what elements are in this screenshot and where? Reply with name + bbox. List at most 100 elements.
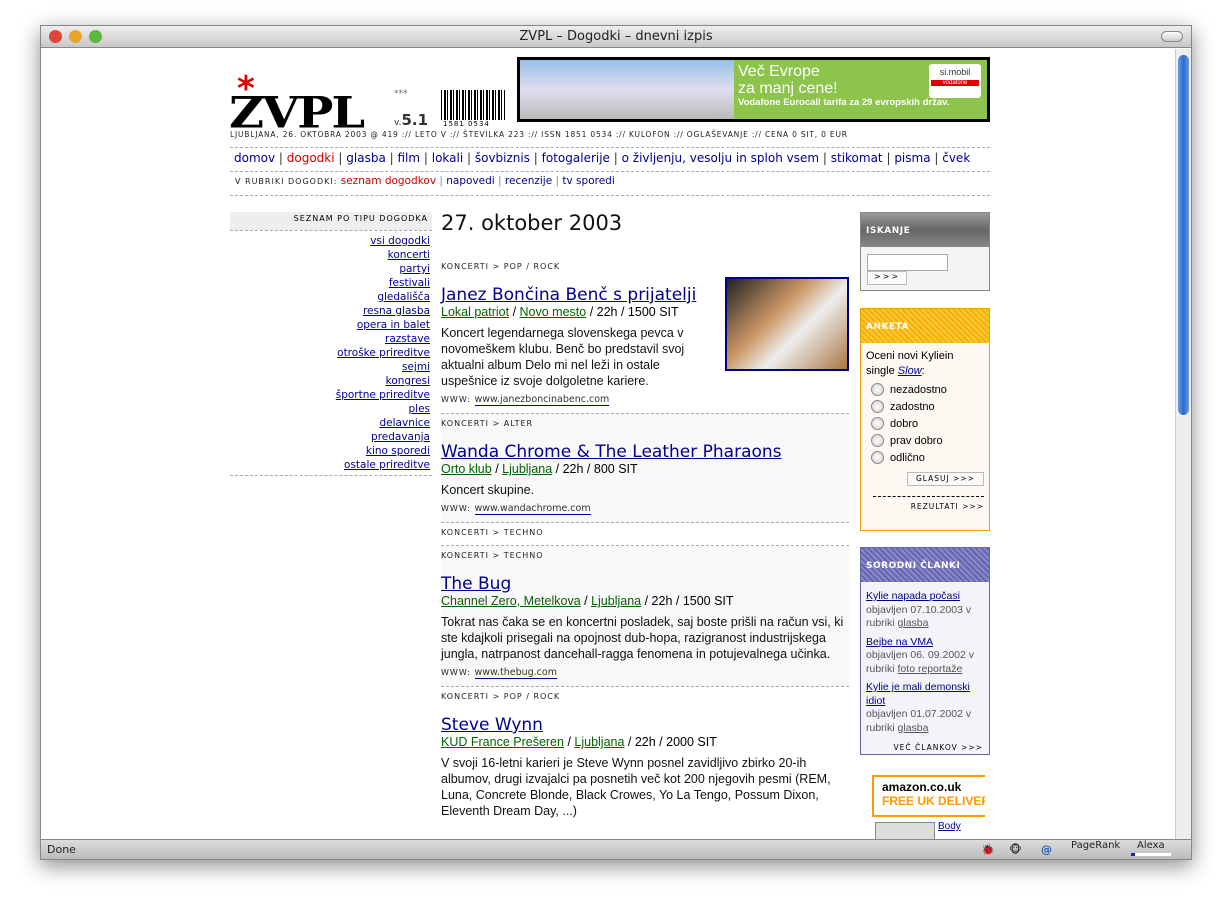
sidebar-item[interactable]: resna glasba [363,305,430,317]
amazon-ad[interactable]: amazon.co.uk FREE UK DELIVERY [872,775,985,817]
city-link[interactable]: Ljubljana [502,462,552,476]
related-article-date: objavljen 06. 09.2002 v [866,649,974,661]
subnav-item[interactable]: seznam dogodkov [341,175,436,187]
nav-item[interactable]: fotogalerije [542,151,610,165]
rubric-link[interactable]: glasba [898,722,929,734]
vertical-scrollbar[interactable] [1175,49,1191,841]
event-title[interactable]: The Bug [441,574,849,594]
search-title: ISKANJE [861,213,989,247]
sidebar-item[interactable]: gledališča [377,291,430,303]
results-link[interactable]: REZULTATI >>> [861,497,989,511]
sidebar-item[interactable]: ples [408,403,430,415]
page-title: 27. oktober 2003 [441,211,623,235]
nav-item[interactable]: čvek [942,151,970,165]
event-website-link[interactable]: www.thebug.com [474,667,557,679]
more-articles-link[interactable]: VEČ ČLANKOV >>> [861,740,989,752]
nav-item[interactable]: domov [234,151,275,165]
event-time-price: / 22h / 2000 SIT [624,735,717,749]
nav-item[interactable]: glasba [346,151,386,165]
search-button[interactable]: >>> [867,271,907,285]
sub-nav: V RUBRIKI DOGODKI: seznam dogodkov | nap… [235,175,615,187]
venue-link[interactable]: Orto klub [441,462,492,476]
poll-option[interactable]: nezadostno [871,383,989,396]
sidebar-item[interactable]: razstave [385,333,430,345]
event-website-link[interactable]: www.wandachrome.com [474,503,591,515]
search-input[interactable] [867,254,948,271]
event-category: KONCERTI > TECHNO [441,551,544,560]
close-button[interactable] [49,30,62,43]
event-item: KONCERTI > TECHNO The Bug Channel Zero, Me… [441,546,849,687]
poll-option[interactable]: zadostno [871,400,989,413]
pagerank-label[interactable]: PageRank [1071,836,1120,856]
related-article-link[interactable]: Bejbe na VMA [866,636,984,650]
nav-item[interactable]: pisma [894,151,930,165]
bug-icon[interactable]: 🐞 [981,840,995,859]
sidebar-item[interactable]: kino sporedi [366,445,430,457]
poll-option-label: zadostno [890,400,935,413]
city-link[interactable]: Ljubljana [591,594,641,608]
event-title[interactable]: Wanda Chrome & The Leather Pharaons [441,442,849,462]
sidebar-item[interactable]: festivali [389,277,430,289]
venue-link[interactable]: Channel Zero, Metelkova [441,594,581,608]
nav-item[interactable]: lokali [432,151,463,165]
stars: *** [394,89,408,99]
sidebar-item[interactable]: partyi [399,263,430,275]
sidebar-item[interactable]: opera in balet [357,319,430,331]
sidebar-item[interactable]: vsi dogodki [370,235,430,247]
scrollbar-thumb[interactable] [1178,55,1189,415]
nav-item[interactable]: stikomat [831,151,883,165]
event-photo[interactable] [725,277,849,371]
sidebar-item[interactable]: kongresi [386,375,430,387]
radio-button[interactable] [871,451,884,464]
sidebar-item[interactable]: otroške prireditve [337,347,430,359]
rubric-link[interactable]: foto reportaže [898,663,963,675]
event-time-price: / 22h / 1500 SIT [586,305,679,319]
vote-button[interactable]: GLASUJ >>> [907,472,984,486]
toolbar-toggle-button[interactable] [1161,31,1183,42]
www-label: WWW: [441,668,471,677]
poll-option[interactable]: odlično [871,451,989,464]
subnav-item[interactable]: recenzije [505,175,552,187]
related-article-link[interactable]: Kylie napada počasi [866,590,984,604]
sidebar-item[interactable]: ostale prireditve [344,459,430,471]
subnav-item[interactable]: tv sporedi [562,175,614,187]
product-link[interactable]: Body [938,821,961,832]
poll-option[interactable]: dobro [871,417,989,430]
www-label: WWW: [441,395,471,404]
banner-ad[interactable]: Več Evrope za manj cene! Vodafone Euroca… [517,57,990,122]
poll-option[interactable]: prav dobro [871,434,989,447]
zoom-button[interactable] [89,30,102,43]
venue-link[interactable]: Lokal patriot [441,305,509,319]
subnav-item[interactable]: napovedi [446,175,494,187]
sidebar-item[interactable]: športne prireditve [336,389,430,401]
nav-item[interactable]: film [397,151,420,165]
banner-image [520,60,734,119]
event-category: KONCERTI > POP / ROCK [441,262,561,271]
nav-separator: | [385,151,398,165]
sidebar-item[interactable]: sejmi [402,361,430,373]
nav-item[interactable]: šovbiznis [475,151,530,165]
event-website-link[interactable]: www.janezboncinabenc.com [474,394,610,406]
venue-link[interactable]: KUD France Prešeren [441,735,564,749]
radio-button[interactable] [871,434,884,447]
sidebar-item[interactable]: predavanja [371,431,430,443]
city-link[interactable]: Novo mesto [520,305,587,319]
sidebar-item[interactable]: delavnice [380,417,431,429]
nav-item[interactable]: o življenju, vesolju in sploh vsem [622,151,819,165]
minimize-button[interactable] [69,30,82,43]
city-link[interactable]: Ljubljana [574,735,624,749]
nav-item[interactable]: dogodki [287,151,335,165]
radio-button[interactable] [871,383,884,396]
event-item: KONCERTI > ALTER Wanda Chrome & The Leath… [441,414,849,523]
radio-button[interactable] [871,400,884,413]
related-article-link[interactable]: Kylie je mali demonski idiot [866,681,984,708]
at-icon[interactable]: @ [1041,840,1052,859]
poll-question-link[interactable]: Slow [898,365,922,377]
monkey-icon[interactable]: 🐵 [1009,840,1022,859]
event-title[interactable]: Steve Wynn [441,715,849,735]
vodafone-logo: vodafone [931,80,979,86]
radio-button[interactable] [871,417,884,430]
rubric-link[interactable]: glasba [898,617,929,629]
related-article: Kylie napada počasi objavljen 07.10.2003 … [866,590,984,631]
sidebar-item[interactable]: koncerti [388,249,430,261]
